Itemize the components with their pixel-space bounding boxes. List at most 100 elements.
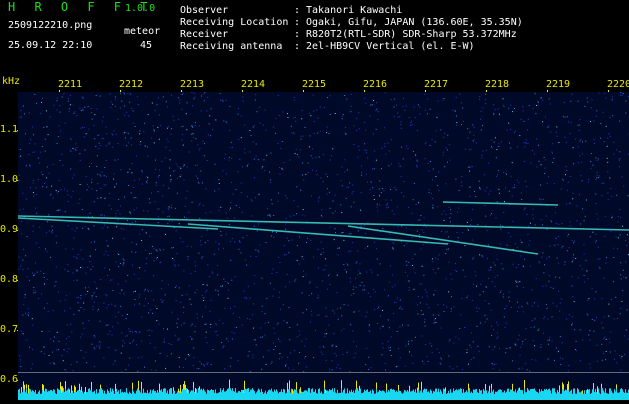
- signal-level-canvas: [18, 372, 629, 400]
- signal-bar: [100, 389, 101, 400]
- signal-bar: [29, 389, 30, 400]
- noise-pixel: [617, 248, 618, 249]
- noise-pixel: [191, 304, 192, 305]
- signal-peak: [418, 383, 419, 390]
- noise-pixel: [355, 278, 356, 279]
- noise-pixel: [32, 318, 33, 319]
- noise-pixel: [345, 127, 346, 128]
- noise-pixel: [508, 123, 509, 124]
- noise-pixel: [135, 252, 136, 253]
- noise-pixel: [282, 169, 283, 170]
- noise-pixel: [124, 115, 125, 116]
- noise-pixel: [57, 110, 58, 111]
- signal-bar: [133, 392, 134, 400]
- noise-pixel: [548, 176, 549, 177]
- noise-pixel: [199, 183, 200, 184]
- signal-bar: [353, 391, 354, 400]
- noise-pixel: [204, 92, 205, 93]
- noise-pixel: [67, 325, 68, 326]
- noise-pixel: [189, 152, 190, 153]
- noise-pixel: [606, 126, 607, 127]
- noise-pixel: [188, 354, 189, 355]
- noise-pixel: [236, 205, 237, 206]
- noise-pixel: [411, 355, 412, 356]
- noise-pixel: [495, 109, 496, 110]
- signal-bar: [609, 389, 610, 400]
- noise-pixel: [452, 110, 453, 111]
- signal-bar: [533, 389, 534, 400]
- noise-pixel: [106, 325, 107, 326]
- noise-pixel: [154, 130, 155, 131]
- noise-pixel: [448, 243, 449, 244]
- info-label-antenna: Receiving antenna: [180, 41, 282, 53]
- noise-pixel: [551, 152, 552, 153]
- noise-pixel: [356, 130, 357, 131]
- signal-bar: [453, 388, 454, 400]
- noise-pixel: [176, 300, 177, 301]
- noise-pixel: [332, 360, 333, 361]
- noise-pixel: [422, 361, 423, 362]
- noise-pixel: [79, 310, 80, 311]
- noise-pixel: [451, 296, 452, 297]
- noise-pixel: [346, 272, 347, 273]
- noise-pixel: [141, 341, 142, 342]
- noise-pixel: [620, 92, 621, 93]
- signal-bar: [368, 392, 369, 400]
- noise-pixel: [446, 249, 447, 250]
- noise-pixel: [612, 216, 613, 217]
- noise-pixel: [40, 271, 41, 272]
- noise-pixel: [244, 149, 245, 150]
- noise-pixel: [540, 347, 541, 348]
- noise-pixel: [258, 252, 259, 253]
- noise-pixel: [488, 194, 489, 195]
- noise-pixel: [454, 306, 455, 307]
- noise-pixel: [33, 275, 34, 276]
- signal-bar: [98, 393, 99, 400]
- noise-pixel: [417, 304, 418, 305]
- noise-pixel: [503, 98, 504, 99]
- noise-pixel: [621, 301, 622, 302]
- signal-bar: [205, 392, 206, 400]
- signal-bar: [310, 393, 311, 400]
- noise-pixel: [88, 287, 89, 288]
- noise-pixel: [131, 163, 132, 164]
- capture-datetime: 25.09.12 22:10: [8, 40, 92, 52]
- noise-pixel: [590, 161, 591, 162]
- noise-pixel: [493, 329, 494, 330]
- noise-pixel: [554, 245, 555, 246]
- signal-bar: [587, 394, 588, 400]
- noise-pixel: [204, 143, 205, 144]
- noise-pixel: [501, 263, 502, 264]
- noise-pixel: [493, 262, 494, 263]
- noise-pixel: [380, 316, 381, 317]
- noise-pixel: [394, 214, 395, 215]
- noise-pixel: [323, 248, 324, 249]
- noise-pixel: [410, 122, 411, 123]
- noise-pixel: [58, 191, 59, 192]
- noise-pixel: [165, 234, 166, 235]
- signal-bar: [282, 392, 283, 400]
- noise-pixel: [83, 357, 84, 358]
- noise-pixel: [69, 348, 70, 349]
- noise-pixel: [447, 162, 448, 163]
- noise-pixel: [559, 311, 560, 312]
- noise-pixel: [591, 107, 592, 108]
- signal-peak: [178, 389, 179, 393]
- noise-pixel: [503, 105, 504, 106]
- noise-pixel: [442, 214, 443, 215]
- noise-pixel: [92, 266, 93, 267]
- noise-pixel: [429, 192, 430, 193]
- signal-bar: [464, 393, 465, 400]
- noise-pixel: [205, 324, 206, 325]
- noise-pixel: [545, 168, 546, 169]
- noise-pixel: [38, 179, 39, 180]
- noise-pixel: [279, 359, 280, 360]
- noise-pixel: [278, 257, 279, 258]
- noise-pixel: [209, 276, 210, 277]
- noise-pixel: [207, 364, 208, 365]
- noise-pixel: [229, 106, 230, 107]
- noise-pixel: [417, 161, 418, 162]
- signal-bar: [393, 389, 394, 400]
- noise-pixel: [517, 311, 518, 312]
- noise-pixel: [429, 171, 430, 172]
